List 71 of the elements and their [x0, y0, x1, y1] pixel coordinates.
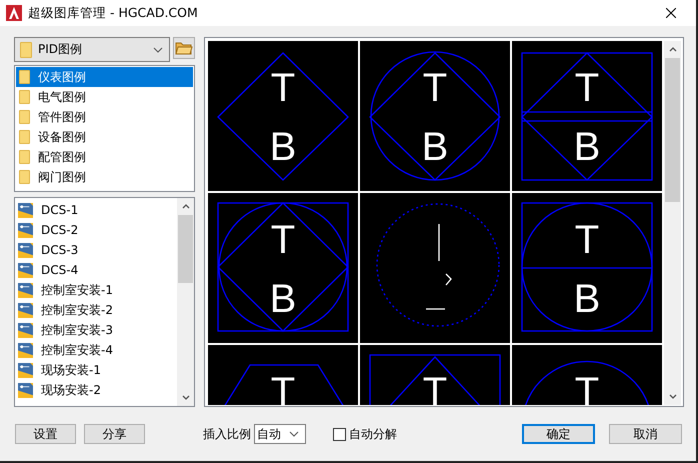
symbol-thumbnail[interactable]: T B	[512, 41, 662, 191]
symbol-thumbnail[interactable]: T	[512, 345, 662, 405]
file-list-item[interactable]: DCS-3	[41, 243, 78, 257]
symbol-letter: T	[422, 66, 448, 110]
symbol-letter: B	[422, 125, 448, 169]
symbol-letter: B	[574, 277, 600, 321]
scroll-up-icon[interactable]	[182, 204, 190, 209]
symbol-thumbnail[interactable]: T	[208, 345, 358, 405]
category-dropdown[interactable]: PID图例	[14, 37, 170, 62]
folder-list-item[interactable]: 阀门图例	[16, 167, 193, 187]
drawing-file-icon	[18, 362, 33, 378]
chevron-icon	[289, 431, 299, 437]
drawing-file-icon	[18, 262, 33, 278]
app-logo-icon	[6, 5, 22, 21]
symbol-thumbnail[interactable]	[360, 193, 510, 343]
file-list-item[interactable]: DCS-2	[41, 223, 78, 237]
symbol-thumbnail[interactable]: T B	[512, 193, 662, 343]
drawing-file-icon	[18, 222, 33, 238]
file-list-item[interactable]: 控制室安装-1	[41, 282, 113, 298]
symbol-letter: T	[574, 66, 600, 110]
file-list-item[interactable]: DCS-1	[41, 203, 78, 217]
symbol-thumbnail[interactable]: T	[360, 345, 510, 405]
file-list-item[interactable]: 现场安装-2	[41, 382, 101, 398]
folder-icon	[20, 42, 32, 58]
folder-list-item[interactable]: 管件图例	[16, 107, 193, 127]
window-title: 超级图库管理 - HGCAD.COM	[28, 4, 199, 22]
scale-label: 插入比例	[203, 426, 251, 442]
file-list-item[interactable]: 控制室安装-3	[41, 322, 113, 338]
drawing-file-icon	[18, 382, 33, 398]
symbol-thumbnail[interactable]: T B	[360, 41, 510, 191]
drawing-file-icon	[18, 342, 33, 358]
symbol-letter: B	[270, 277, 296, 321]
symbol-letter: T	[574, 218, 600, 262]
drawing-file-icon	[18, 322, 33, 338]
folder-list-item[interactable]: 设备图例	[16, 127, 193, 147]
symbol-letter: T	[270, 66, 296, 110]
cancel-button[interactable]: 取消	[609, 424, 682, 444]
symbol-thumbnail[interactable]: T B	[208, 193, 358, 343]
settings-button[interactable]: 设置	[15, 424, 76, 444]
chevron-icon	[153, 46, 163, 52]
drawing-file-icon	[18, 202, 33, 218]
symbol-letter: T	[574, 370, 600, 405]
ok-button[interactable]: 确定	[522, 424, 595, 444]
file-list-item[interactable]: 控制室安装-2	[41, 302, 113, 318]
file-list-item[interactable]: DCS-4	[41, 263, 78, 277]
symbol-letter: T	[270, 370, 296, 405]
scroll-down-icon[interactable]	[182, 395, 190, 400]
folder-list-item[interactable]: 仪表图例	[16, 67, 193, 87]
checkbox[interactable]	[333, 428, 346, 440]
close-icon[interactable]	[666, 8, 676, 18]
folder-list-item[interactable]: 电气图例	[16, 87, 193, 107]
folder-list-item[interactable]: 配管图例	[16, 147, 193, 167]
open-folder-icon	[175, 41, 193, 55]
file-list-item[interactable]: 控制室安装-4	[41, 342, 113, 358]
scale-dropdown[interactable]: 自动	[254, 424, 306, 444]
symbol-letter: T	[270, 218, 296, 262]
checkbox-label[interactable]: 自动分解	[349, 426, 397, 442]
scrollbar[interactable]	[177, 198, 194, 406]
open-folder-button[interactable]	[173, 37, 195, 59]
scroll-up-icon[interactable]	[668, 47, 676, 52]
share-button[interactable]: 分享	[84, 424, 145, 444]
symbol-letter: B	[270, 125, 296, 169]
drawing-file-icon	[18, 302, 33, 318]
scrollbar[interactable]	[664, 41, 681, 405]
scroll-down-icon[interactable]	[668, 394, 676, 399]
symbol-letter: B	[574, 125, 600, 169]
drawing-file-icon	[18, 242, 33, 258]
symbol-thumbnail[interactable]: T B	[208, 41, 358, 191]
file-list-item[interactable]: 现场安装-1	[41, 362, 101, 378]
drawing-file-icon	[18, 282, 33, 298]
symbol-letter: T	[422, 370, 448, 405]
